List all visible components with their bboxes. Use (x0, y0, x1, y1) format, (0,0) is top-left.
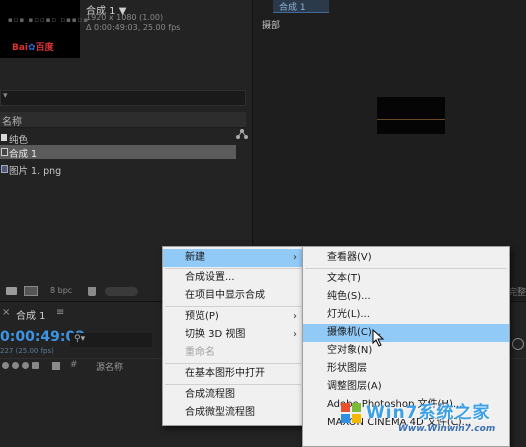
menu-item-comp-flowchart[interactable]: 合成流程图 (163, 386, 303, 404)
menu-item-null-object[interactable]: 空对象(N) (303, 342, 509, 360)
chevron-right-icon: › (293, 311, 297, 322)
bpc-label[interactable]: 8 bpc (50, 286, 72, 295)
composition-icon (1, 148, 8, 156)
menu-item-comp-mini-flowchart[interactable]: 合成微型流程图 (163, 404, 303, 422)
menu-divider (165, 306, 301, 307)
search-icon: ⚲▾ (74, 334, 86, 344)
mouse-cursor-icon (372, 329, 385, 347)
project-item-comp[interactable]: 合成 1 (0, 145, 236, 160)
composition-canvas[interactable] (377, 97, 445, 134)
project-toolbar: 8 bpc (0, 284, 160, 300)
image-file-icon (1, 165, 8, 173)
windows-logo-icon (341, 403, 361, 423)
thumbnail-size-slider[interactable] (105, 287, 138, 296)
menu-item-rename: 重命名 (185, 347, 215, 358)
chevron-right-icon: › (293, 252, 297, 263)
menu-item-camera[interactable]: 摄像机(C)... (303, 324, 509, 342)
project-item-label: 合成 1 (9, 149, 38, 160)
comp-thumbnail: ▪▫▪ ▪▫▫▪▫ ▫▪▪▫▪ Bai✿百度 (0, 0, 88, 58)
chevron-right-icon: › (293, 329, 297, 340)
thumbnail-text-noise: ▪▫▪ ▪▫▫▪▫ ▫▪▪▫▪ (8, 16, 90, 24)
menu-item-comp-settings[interactable]: 合成设置... (163, 269, 303, 287)
menu-item-solid[interactable]: 纯色(S)... (303, 288, 509, 306)
watermark: Win7系统之家 Www.Winwin7.com (336, 396, 526, 445)
project-item-image[interactable]: 图片 1. png (0, 162, 236, 177)
name-column-header[interactable]: 名称 (0, 112, 246, 128)
menu-item-switch-3d-view[interactable]: 切换 3D 视图 › (163, 326, 303, 344)
comp-duration: Δ 0:00:49:03, 25.00 fps (86, 23, 181, 32)
solo-icon[interactable] (22, 362, 29, 369)
context-menu: 新建 › 合成设置... 在项目中显示合成 预览(P) › 切换 3D 视图 › 重命… (162, 246, 304, 426)
project-panel: ▪▫▪ ▪▫▫▪▫ ▫▪▪▫▪ Bai✿百度 合成 1 ▼ 1920 x 108… (0, 0, 250, 296)
comp-dimensions: 1920 x 1080 (1.00) (86, 13, 164, 22)
source-name-header[interactable]: 源名称 (96, 360, 123, 373)
tab-label: 合成 1 (16, 311, 46, 322)
hamburger-menu-icon[interactable]: ≡ (56, 307, 64, 318)
new-composition-icon[interactable] (24, 286, 38, 296)
lock-icon[interactable] (32, 362, 39, 369)
name-header-label: 名称 (2, 117, 22, 128)
project-item-label: 图片 1. png (9, 166, 62, 177)
audio-toggle-icon[interactable] (12, 362, 19, 369)
watermark-title: Win7系统之家 (366, 403, 491, 423)
new-folder-icon[interactable] (6, 287, 17, 295)
project-item-label: 纯色 (9, 135, 29, 146)
label-color-icon[interactable] (52, 362, 60, 370)
tab-composition[interactable]: 合成 1 (273, 0, 329, 13)
menu-divider (305, 268, 507, 269)
menu-item-reveal-in-project[interactable]: 在项目中显示合成 (163, 287, 303, 305)
layer-number-header: # (70, 360, 78, 370)
resolution-label[interactable]: 完整 (508, 285, 526, 298)
solid-icon (1, 134, 7, 141)
tab-timeline-comp[interactable]: × 合成 1 ≡ (0, 304, 66, 322)
menu-item-adjustment-layer[interactable]: 调整图层(A) (303, 378, 509, 396)
menu-divider (165, 384, 301, 385)
active-camera-label: 摄部 (262, 21, 281, 31)
baidu-logo: Bai✿百度 (12, 43, 54, 53)
menu-divider (165, 363, 301, 364)
search-dropdown-icon[interactable]: ▾ (3, 91, 8, 101)
menu-item-shape-layer[interactable]: 形状图层 (303, 360, 509, 378)
menu-item-preview[interactable]: 预览(P) › (163, 308, 303, 326)
tab-label: 合成 1 (279, 3, 306, 13)
menu-item-new[interactable]: 新建 › (163, 249, 303, 267)
menu-item-light[interactable]: 灯光(L)... (303, 306, 509, 324)
trash-icon[interactable] (88, 287, 96, 296)
watermark-url: Www.Winwin7.com (398, 424, 496, 434)
video-toggle-icon[interactable] (2, 362, 9, 369)
menu-item-text[interactable]: 文本(T) (303, 270, 509, 288)
close-icon[interactable]: × (2, 307, 10, 318)
project-search-input[interactable]: ▾ (0, 90, 246, 106)
menu-item-open-in-essential-graphics[interactable]: 在基本图形中打开 (163, 365, 303, 383)
project-item-solid[interactable]: 纯色 (0, 131, 236, 146)
motion-blur-icon[interactable] (512, 338, 524, 350)
paw-icon: ✿ (28, 43, 36, 53)
menu-item-viewer[interactable]: 查看器(V) (303, 249, 509, 267)
frame-info: 227 (25.00 fps) (0, 347, 54, 355)
flowchart-icon[interactable] (236, 129, 248, 139)
canvas-content-line (377, 119, 445, 120)
